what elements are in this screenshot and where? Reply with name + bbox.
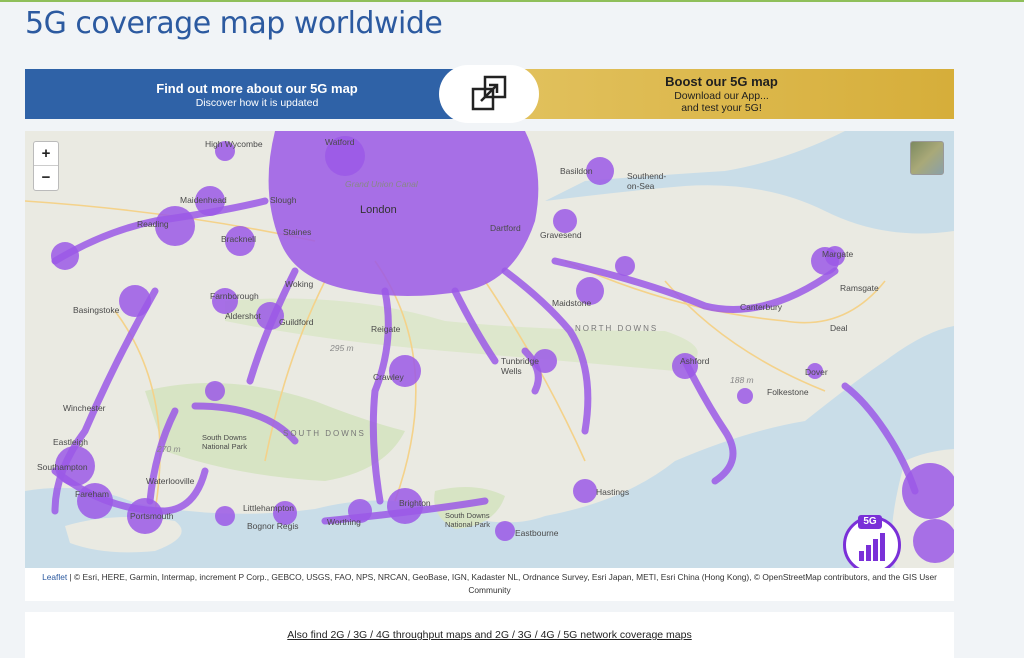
place-label: Slough (270, 195, 297, 205)
place-label: Dartford (490, 223, 521, 233)
map-attribution: Leaflet | © Esri, HERE, Garmin, Intermap… (25, 568, 954, 601)
place-label: Bognor Regis (247, 521, 299, 531)
place-label: SOUTH DOWNS (283, 429, 366, 438)
place-label: Portsmouth (130, 511, 174, 521)
map-info-title: Find out more about our 5G map (156, 81, 358, 96)
place-label: Brighton (399, 498, 431, 508)
zoom-control: + − (33, 141, 59, 191)
place-label: Ramsgate (840, 283, 879, 293)
place-label: London (360, 204, 397, 216)
place-label: Winchester (63, 403, 106, 413)
place-label: Waterlooville (146, 476, 195, 486)
place-label: South Downs National Park (202, 433, 248, 451)
place-label: Fareham (75, 489, 110, 499)
5g-badge[interactable]: 5G (843, 515, 901, 568)
place-label: 270 m (157, 444, 181, 454)
map-info-banner[interactable]: Find out more about our 5G map Discover … (25, 69, 489, 119)
place-label: Deal (830, 323, 848, 333)
boost-line1: Download our App... (674, 90, 769, 102)
place-label: Watford (325, 137, 355, 147)
signal-bars-icon (859, 533, 885, 561)
place-label: Canterbury (740, 302, 783, 312)
place-label: Dover (805, 367, 828, 377)
place-label: NORTH DOWNS (575, 324, 659, 333)
place-label: Woking (285, 279, 314, 289)
place-label: Folkestone (767, 387, 809, 397)
place-label: Hastings (596, 487, 630, 497)
place-label: Littlehampton (243, 503, 295, 513)
place-label: Bracknell (221, 234, 256, 244)
place-label: Crawley (373, 372, 404, 382)
place-label: High Wycombe (205, 139, 263, 149)
satellite-layer-toggle[interactable] (910, 141, 944, 175)
zoom-out-button[interactable]: − (34, 165, 58, 189)
place-label: Worthing (327, 517, 361, 527)
place-label: Basingstoke (73, 305, 120, 315)
place-label: Gravesend (540, 230, 582, 240)
place-label: South Downs National Park (445, 511, 491, 529)
place-label: Farnborough (210, 291, 259, 301)
fullscreen-button[interactable] (439, 65, 539, 123)
place-label: Maidenhead (180, 195, 227, 205)
boost-title: Boost our 5G map (665, 74, 778, 89)
footer-box: Also find 2G / 3G / 4G throughput maps a… (25, 612, 954, 658)
zoom-in-button[interactable]: + (34, 142, 58, 165)
coverage-map[interactable]: High Wycombe Watford London Basildon Sou… (25, 131, 954, 568)
map-base-layer (25, 131, 954, 568)
boost-map-banner[interactable]: Boost our 5G map Download our App... and… (489, 69, 954, 119)
place-label: Reading (137, 219, 169, 229)
place-label: Eastleigh (53, 437, 88, 447)
place-label: 188 m (730, 375, 754, 385)
page-title: 5G coverage map worldwide (25, 6, 443, 41)
top-accent-line (0, 0, 1024, 2)
place-label: Tunbridge Wells (501, 356, 539, 376)
place-label: 295 m (330, 343, 354, 353)
place-label: Maidstone (552, 298, 592, 308)
place-label: Reigate (371, 324, 401, 334)
place-label: Southend-on-Sea (627, 171, 667, 191)
place-label: Grand Union Canal (345, 179, 418, 189)
place-label: Aldershot (225, 311, 261, 321)
place-label: Ashford (680, 356, 710, 366)
leaflet-link[interactable]: Leaflet (42, 572, 67, 582)
banner: Find out more about our 5G map Discover … (25, 65, 954, 123)
south-downs-park (145, 383, 405, 481)
place-label: Eastbourne (515, 528, 559, 538)
place-label: Southampton (37, 462, 88, 472)
attribution-text: | © Esri, HERE, Garmin, Intermap, increm… (67, 572, 937, 595)
place-label: Staines (283, 227, 312, 237)
expand-icon (471, 75, 507, 111)
boost-line2: and test your 5G! (681, 102, 762, 114)
place-label: Guildford (279, 317, 314, 327)
other-maps-link[interactable]: Also find 2G / 3G / 4G throughput maps a… (25, 629, 954, 641)
place-label: Basildon (560, 166, 593, 176)
map-info-subtitle: Discover how it is updated (195, 97, 319, 109)
place-label: Margate (822, 249, 854, 259)
